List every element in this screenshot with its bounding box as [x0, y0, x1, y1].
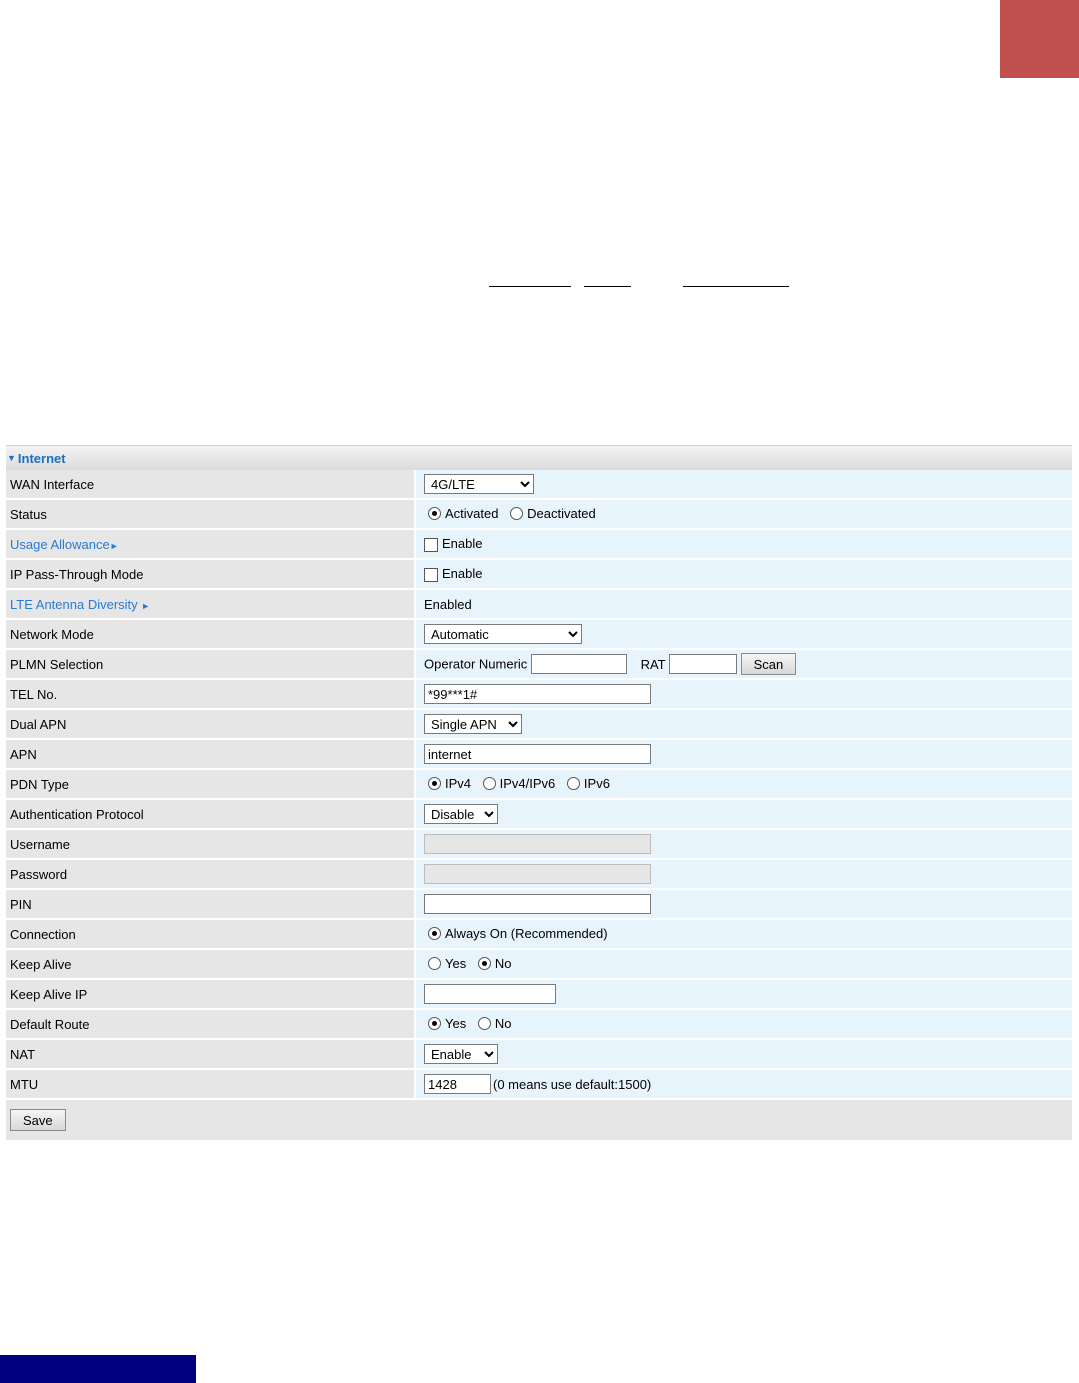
nat-select[interactable]: Enable: [424, 1044, 498, 1064]
usage-allowance-checkbox[interactable]: Enable: [424, 536, 482, 552]
save-button[interactable]: Save: [10, 1109, 66, 1131]
row-password: Password: [6, 860, 1072, 890]
pin-input[interactable]: [424, 894, 651, 914]
internet-panel: ▼ Internet WAN Interface 4G/LTE Status A…: [6, 445, 1072, 1140]
row-apn: APN: [6, 740, 1072, 770]
keep-alive-no-radio[interactable]: No: [477, 956, 511, 971]
default-route-yes-radio[interactable]: Yes: [428, 1016, 466, 1031]
arrow-right-icon: ►: [141, 600, 151, 611]
wan-interface-select[interactable]: 4G/LTE: [424, 474, 534, 494]
radio-unselected-icon: [477, 1016, 491, 1030]
mtu-input[interactable]: [424, 1074, 491, 1094]
row-pdn-type: PDN Type IPv4 IPv4/IPv6 IPv6: [6, 770, 1072, 800]
radio-unselected-icon: [482, 776, 496, 790]
row-auth: Authentication Protocol Disable: [6, 800, 1072, 830]
scan-button[interactable]: Scan: [740, 653, 797, 675]
row-keep-alive: Keep Alive Yes No: [6, 950, 1072, 980]
radio-selected-icon: [428, 1016, 441, 1030]
connection-label: Connection: [6, 920, 416, 950]
row-pin: PIN: [6, 890, 1072, 920]
password-input[interactable]: [424, 864, 651, 884]
operator-numeric-label: Operator Numeric: [424, 656, 528, 672]
ip-passthrough-label: IP Pass-Through Mode: [6, 560, 416, 590]
radio-unselected-icon: [566, 776, 580, 790]
row-mtu: MTU (0 means use default:1500): [6, 1070, 1072, 1100]
row-nat: NAT Enable: [6, 1040, 1072, 1070]
pdn-ipv4v6-radio[interactable]: IPv4/IPv6: [482, 776, 555, 791]
nat-label: NAT: [6, 1040, 416, 1070]
status-activated-radio[interactable]: Activated: [428, 506, 498, 521]
row-keep-alive-ip: Keep Alive IP: [6, 980, 1072, 1010]
status-label: Status: [6, 500, 416, 530]
row-tel-no: TEL No.: [6, 680, 1072, 710]
panel-title: Internet: [17, 450, 66, 466]
ip-passthrough-checkbox[interactable]: Enable: [424, 566, 482, 582]
pin-label: PIN: [6, 890, 416, 920]
row-username: Username: [6, 830, 1072, 860]
row-dual-apn: Dual APN Single APN: [6, 710, 1072, 740]
arrow-right-icon: ►: [109, 540, 119, 551]
settings-table: WAN Interface 4G/LTE Status Activated De…: [6, 470, 1072, 1100]
apn-label: APN: [6, 740, 416, 770]
default-route-no-radio[interactable]: No: [477, 1016, 511, 1031]
underline-rule: [683, 286, 789, 287]
collapse-triangle-icon[interactable]: ▼: [7, 453, 16, 463]
dual-apn-label: Dual APN: [6, 710, 416, 740]
row-lte-antenna: LTE Antenna Diversity ► Enabled: [6, 590, 1072, 620]
wan-interface-label: WAN Interface: [6, 470, 416, 500]
lte-antenna-link[interactable]: LTE Antenna Diversity ►: [6, 590, 416, 620]
connection-always-on-radio[interactable]: Always On (Recommended): [428, 926, 608, 941]
radio-selected-icon: [428, 506, 441, 520]
underline-rule: [584, 286, 631, 287]
rat-input[interactable]: [669, 654, 737, 674]
save-bar: Save: [6, 1100, 1072, 1140]
row-network-mode: Network Mode Automatic: [6, 620, 1072, 650]
radio-selected-icon: [428, 926, 441, 940]
mtu-label: MTU: [6, 1070, 416, 1100]
keep-alive-yes-radio[interactable]: Yes: [428, 956, 466, 971]
pdn-ipv4-radio[interactable]: IPv4: [428, 776, 471, 791]
row-default-route: Default Route Yes No: [6, 1010, 1072, 1040]
footer-bar: [0, 1355, 196, 1383]
rat-label: RAT: [640, 656, 666, 672]
usage-allowance-link[interactable]: Usage Allowance►: [6, 530, 416, 560]
apn-input[interactable]: [424, 744, 651, 764]
keep-alive-label: Keep Alive: [6, 950, 416, 980]
username-input[interactable]: [424, 834, 651, 854]
network-mode-label: Network Mode: [6, 620, 416, 650]
pdn-type-label: PDN Type: [6, 770, 416, 800]
checkbox-icon: [424, 567, 438, 582]
dual-apn-select[interactable]: Single APN: [424, 714, 522, 734]
radio-selected-icon: [428, 776, 441, 790]
username-label: Username: [6, 830, 416, 860]
panel-header[interactable]: ▼ Internet: [6, 445, 1072, 470]
operator-numeric-input[interactable]: [530, 654, 627, 674]
radio-unselected-icon: [510, 506, 524, 520]
row-plmn: PLMN Selection Operator Numeric RAT Scan: [6, 650, 1072, 680]
row-status: Status Activated Deactivated: [6, 500, 1072, 530]
checkbox-icon: [424, 537, 438, 552]
row-wan-interface: WAN Interface 4G/LTE: [6, 470, 1072, 500]
radio-unselected-icon: [428, 956, 441, 970]
keep-alive-ip-label: Keep Alive IP: [6, 980, 416, 1010]
corner-accent-block: [1000, 0, 1079, 78]
plmn-label: PLMN Selection: [6, 650, 416, 680]
keep-alive-ip-input[interactable]: [424, 984, 556, 1004]
mtu-note: (0 means use default:1500): [493, 1076, 652, 1092]
auth-select[interactable]: Disable: [424, 804, 498, 824]
status-deactivated-radio[interactable]: Deactivated: [510, 506, 596, 521]
auth-label: Authentication Protocol: [6, 800, 416, 830]
default-route-label: Default Route: [6, 1010, 416, 1040]
network-mode-select[interactable]: Automatic: [424, 624, 582, 644]
radio-selected-icon: [477, 956, 491, 970]
underline-rule: [489, 286, 571, 287]
tel-no-input[interactable]: [424, 684, 651, 704]
lte-antenna-value: Enabled: [416, 590, 1072, 620]
password-label: Password: [6, 860, 416, 890]
pdn-ipv6-radio[interactable]: IPv6: [566, 776, 610, 791]
row-connection: Connection Always On (Recommended): [6, 920, 1072, 950]
row-ip-passthrough: IP Pass-Through Mode Enable: [6, 560, 1072, 590]
row-usage-allowance: Usage Allowance► Enable: [6, 530, 1072, 560]
tel-no-label: TEL No.: [6, 680, 416, 710]
